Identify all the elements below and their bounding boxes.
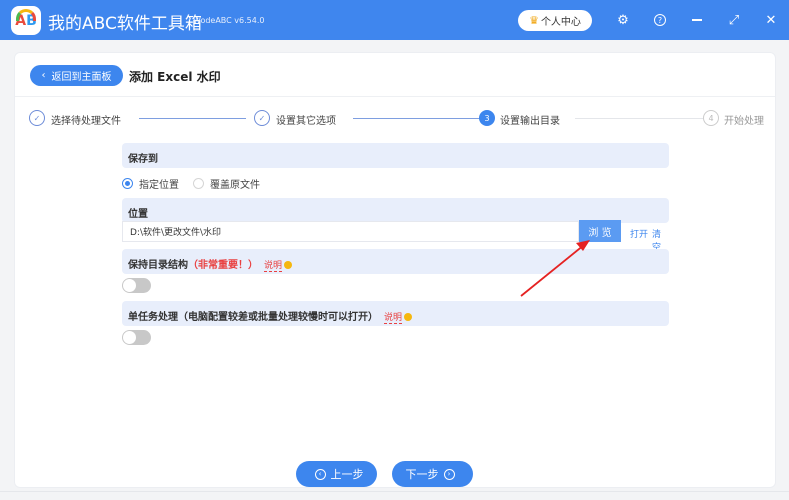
circle-chevron-right-icon: › (443, 468, 455, 480)
bottom-divider (0, 491, 789, 492)
output-path-input[interactable] (122, 221, 579, 242)
previous-step-label: 上一步 (330, 468, 364, 481)
crown-icon: ♛ (529, 14, 539, 27)
save-to-heading: 保存到 (122, 143, 669, 168)
radio-specified-location-label[interactable]: 指定位置 (139, 176, 179, 191)
step-1-label: 选择待处理文件 (51, 116, 121, 127)
save-to-options: 指定位置 覆盖原文件 (122, 176, 274, 191)
open-link[interactable]: 打开 (630, 227, 648, 240)
minimize-icon[interactable] (687, 10, 707, 30)
next-step-button[interactable]: 下一步 › (392, 461, 473, 487)
app-title: 我的ABC软件工具箱 (48, 14, 202, 34)
logo-arc (16, 9, 36, 21)
step-2-check-icon: ✓ (254, 110, 270, 126)
keep-structure-heading: 保持目录结构（非常重要！） 说明 (122, 249, 669, 274)
keep-structure-title: 保持目录结构 (128, 260, 188, 271)
step-connector (575, 118, 703, 119)
single-task-toggle[interactable] (122, 330, 151, 345)
step-4-label: 开始处理 (724, 116, 764, 127)
step-3-number: 3 (479, 110, 495, 126)
maximize-icon[interactable]: ⤢ (724, 10, 744, 30)
gear-icon[interactable]: ⚙ (613, 10, 633, 30)
user-center-label: 个人中心 (540, 17, 581, 28)
circle-chevron-left-icon: ‹ (314, 468, 326, 480)
close-icon[interactable]: ✕ (761, 10, 781, 30)
keep-structure-explain-link[interactable]: 说明 (264, 261, 283, 272)
main-panel: ‹ 返回到主面板 添加 Excel 水印 ✓ 选择待处理文件 ✓ 设置其它选项 … (14, 52, 776, 488)
app-version: WodeABC v6.54.0 (193, 16, 265, 25)
single-task-title: 单任务处理（电脑配置较差或批量处理较慢时可以打开） (128, 312, 378, 323)
step-3-label: 设置输出目录 (500, 116, 560, 127)
previous-step-button[interactable]: ‹ 上一步 (296, 461, 377, 487)
back-label: 返回到主面板 (51, 72, 112, 83)
radio-specified-location[interactable] (122, 177, 133, 189)
header-divider (15, 96, 775, 97)
single-task-heading: 单任务处理（电脑配置较差或批量处理较慢时可以打开） 说明 (122, 301, 669, 326)
info-dot-icon (404, 313, 413, 321)
keep-structure-toggle[interactable] (122, 278, 151, 293)
browse-button[interactable]: 浏 览 (579, 220, 621, 242)
chevron-left-icon: ‹ (41, 70, 46, 81)
step-2-label: 设置其它选项 (276, 116, 336, 127)
step-1-check-icon: ✓ (29, 110, 45, 126)
back-to-main-button[interactable]: ‹ 返回到主面板 (30, 65, 123, 86)
radio-overwrite-original[interactable] (193, 177, 204, 189)
radio-overwrite-original-label[interactable]: 覆盖原文件 (210, 176, 260, 191)
keep-structure-warning: （非常重要！） (188, 260, 258, 271)
info-dot-icon (284, 261, 293, 269)
page-title: 添加 Excel 水印 (129, 70, 221, 84)
stepper: ✓ 选择待处理文件 ✓ 设置其它选项 3 设置输出目录 4 开始处理 (15, 110, 775, 130)
title-bar: AB 我的ABC软件工具箱 WodeABC v6.54.0 ♛ 个人中心 ⚙ ?… (0, 0, 789, 40)
step-connector (139, 118, 246, 119)
step-4-number: 4 (703, 110, 719, 126)
next-step-label: 下一步 (405, 468, 439, 481)
single-task-explain-link[interactable]: 说明 (384, 313, 403, 324)
help-icon[interactable]: ? (650, 10, 670, 30)
app-logo: AB (11, 6, 41, 35)
step-connector (353, 118, 483, 119)
user-center-button[interactable]: ♛ 个人中心 (518, 10, 592, 31)
